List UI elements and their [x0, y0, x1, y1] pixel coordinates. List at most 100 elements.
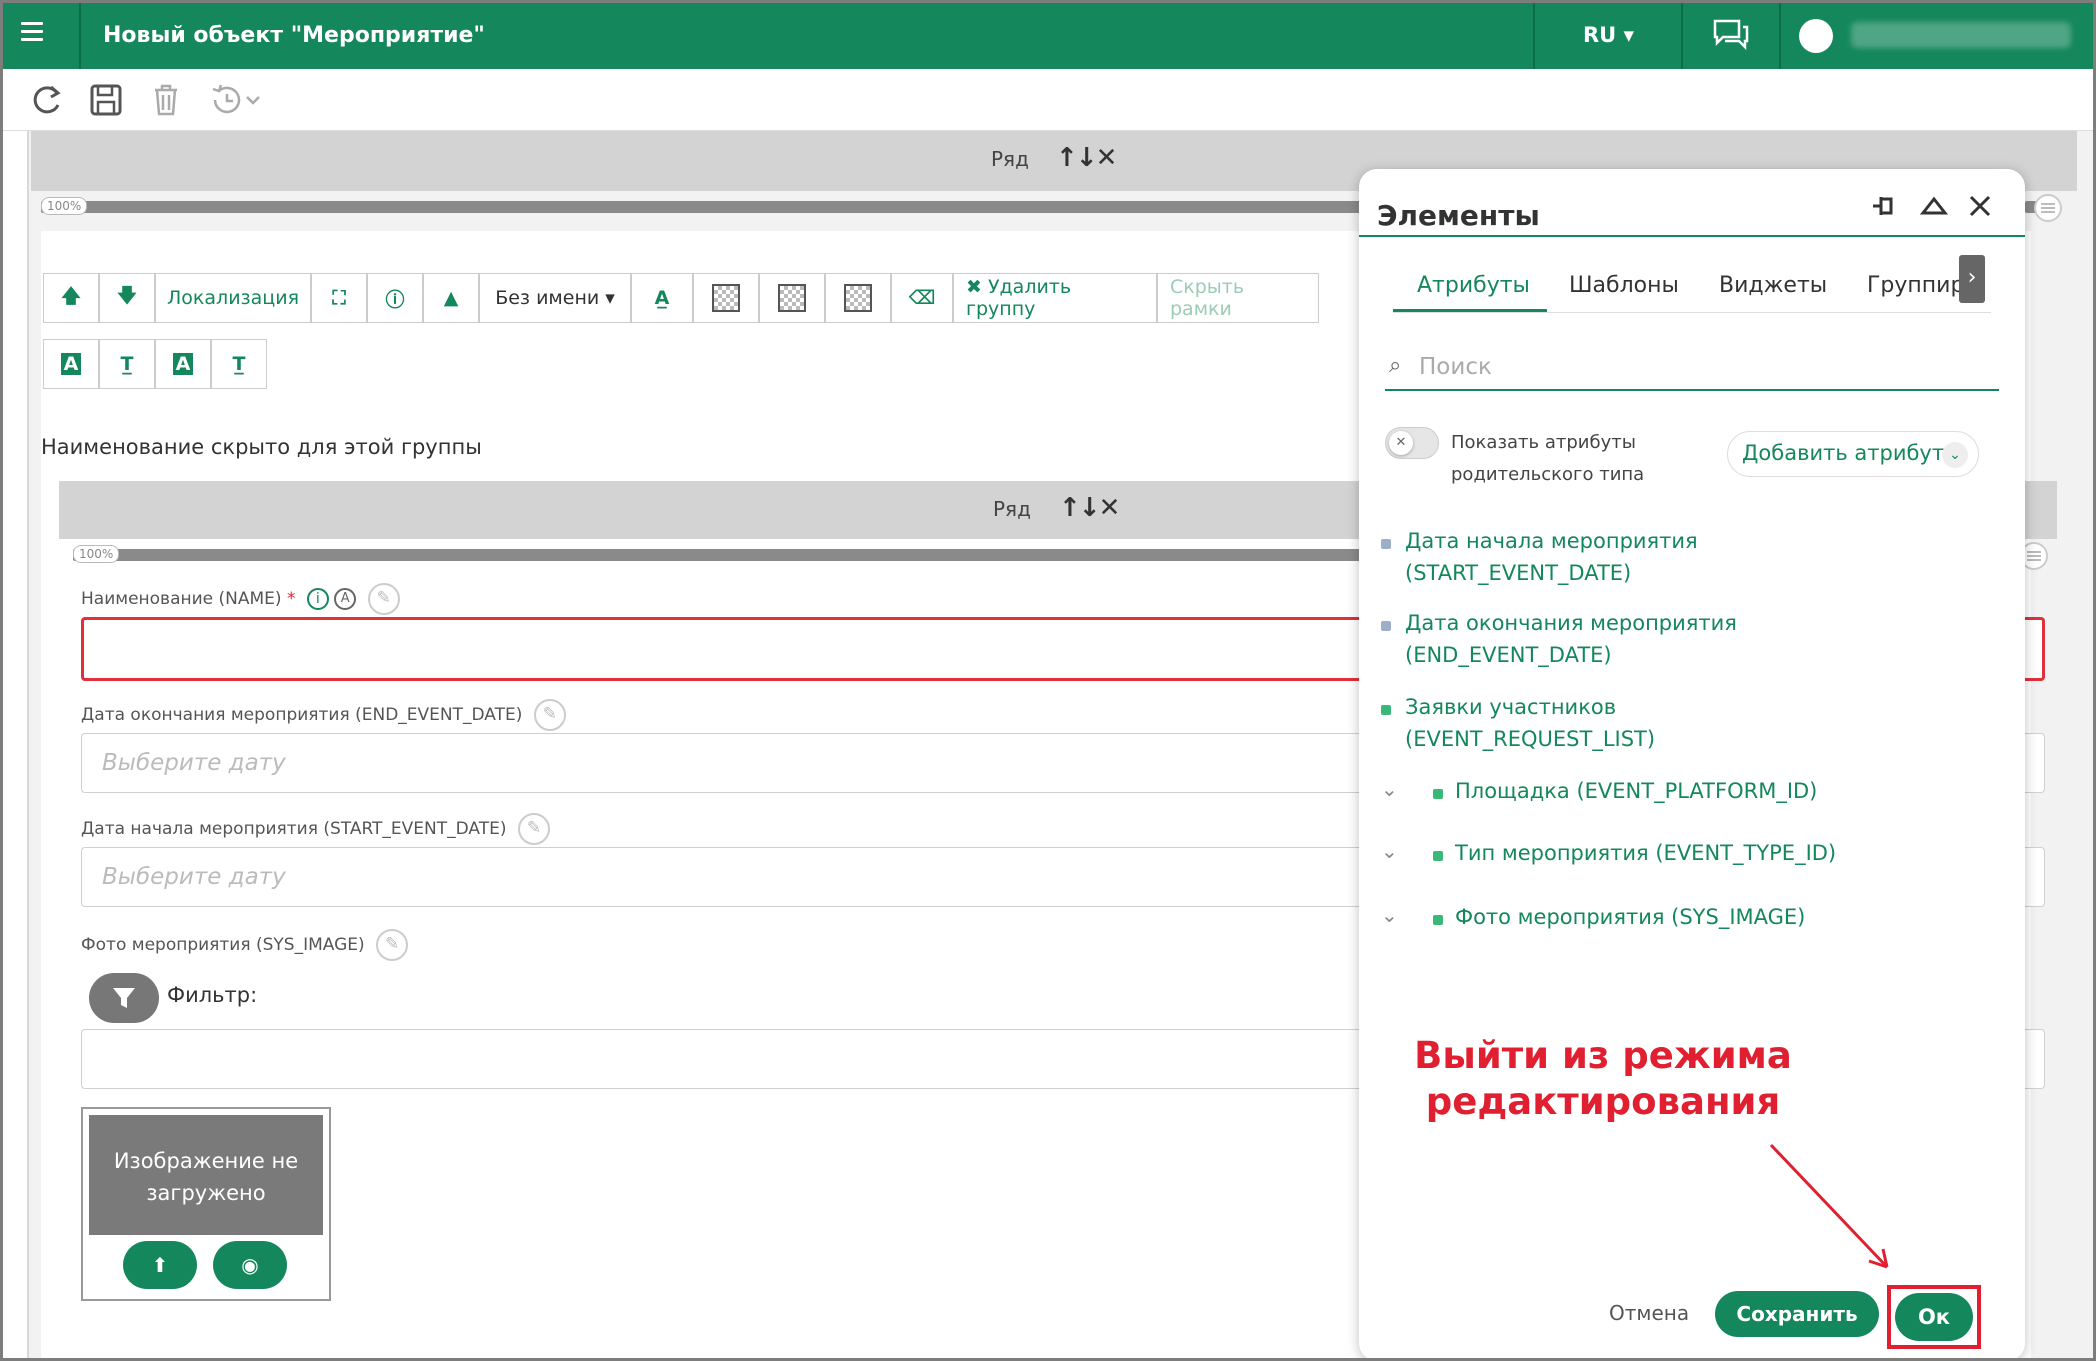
list-item[interactable]: Дата начала мероприятия (START_EVENT_DAT… — [1405, 525, 1698, 589]
tab-widgets[interactable]: Виджеты — [1719, 273, 1827, 298]
image-widget: Изображение не загружено ⬆ ◉ — [81, 1107, 331, 1301]
ok-button[interactable]: Ок — [1895, 1293, 1973, 1341]
photo-label: Фото мероприятия (SYS_IMAGE) — [81, 929, 409, 961]
chevron-down-icon[interactable]: ⌄ — [1381, 777, 1398, 801]
add-attribute-label: Добавить атрибут — [1742, 441, 1945, 465]
text-style-icon[interactable]: A̲ — [631, 273, 693, 323]
chevron-right-icon[interactable]: › — [1959, 255, 1985, 303]
localization-button[interactable]: Локализация — [155, 273, 311, 323]
delete-icon[interactable] — [147, 81, 185, 119]
edit-icon[interactable] — [376, 929, 409, 961]
end-date-label-text: Дата окончания мероприятия (END_EVENT_DA… — [81, 705, 523, 725]
hide-frames-button[interactable]: Скрыть рамки — [1157, 273, 1319, 323]
divider — [79, 3, 81, 69]
elements-panel: Элементы Атрибуты Шаблоны Виджеты Группи… — [1359, 169, 2025, 1358]
pattern-icon-2[interactable] — [759, 273, 825, 323]
tab-attributes[interactable]: Атрибуты — [1417, 273, 1530, 298]
group-toolbar: 🡅 🡇 Локализация ⛶ ⓘ ▲ Без имени ▾ A̲ ⌫ ✖… — [43, 273, 1319, 323]
group-text-toolbar: A T̲ A T̲ — [43, 339, 267, 389]
attr-code: (EVENT_REQUEST_LIST) — [1405, 727, 1656, 751]
panel-title: Элементы — [1377, 199, 1540, 232]
divider — [1779, 3, 1781, 69]
text-format-icon[interactable]: T̲ — [99, 339, 155, 389]
attr-name: Дата окончания мероприятия — [1405, 611, 1737, 635]
photo-label-text: Фото мероприятия (SYS_IMAGE) — [81, 935, 365, 955]
close-icon[interactable] — [1965, 191, 1995, 221]
pin-icon[interactable] — [1871, 191, 1901, 221]
cancel-button[interactable]: Отмена — [1609, 1301, 1689, 1325]
text-background-icon[interactable]: A — [43, 339, 99, 389]
edit-icon[interactable] — [517, 813, 550, 845]
attr-marker — [1433, 851, 1443, 861]
pattern-icon-3[interactable] — [825, 273, 891, 323]
toggle-knob: ✕ — [1389, 431, 1413, 455]
text-format-icon-2[interactable]: T̲ — [211, 339, 267, 389]
pattern-icon-1[interactable] — [693, 273, 759, 323]
inner-row-percent: 100% — [73, 545, 120, 563]
list-item[interactable]: Фото мероприятия (SYS_IMAGE) — [1455, 901, 1805, 933]
avatar[interactable] — [1799, 19, 1833, 53]
tab-templates[interactable]: Шаблоны — [1569, 273, 1679, 298]
list-item[interactable]: Тип мероприятия (EVENT_TYPE_ID) — [1455, 837, 1836, 869]
panel-title-underline — [1359, 235, 2025, 237]
show-parent-attrs-toggle[interactable]: ✕ — [1385, 427, 1439, 459]
group-hidden-name-text: Наименование скрыто для этой группы — [41, 435, 482, 459]
history-icon[interactable] — [207, 81, 267, 119]
lock-icon[interactable]: ▲ — [423, 273, 479, 323]
list-icon[interactable] — [2033, 193, 2063, 223]
page-title: Новый объект "Мероприятие" — [103, 23, 485, 48]
edit-icon[interactable] — [533, 699, 566, 731]
divider — [1681, 3, 1683, 69]
start-date-label: Дата начала мероприятия (START_EVENT_DAT… — [81, 813, 550, 845]
user-name-blurred[interactable] — [1851, 22, 2071, 48]
text-background-icon-2[interactable]: A — [155, 339, 211, 389]
list-item[interactable]: Заявки участников (EVENT_REQUEST_LIST) — [1405, 691, 1655, 755]
row-move-controls[interactable]: ↑↓✕ — [1056, 143, 1117, 173]
chevron-down-icon[interactable]: ⌄ — [1381, 839, 1398, 863]
save-icon[interactable] — [87, 81, 125, 119]
name-field-label: Наименование (NAME) * i A — [81, 583, 400, 615]
refresh-icon[interactable] — [27, 81, 65, 119]
auto-icon[interactable]: A — [334, 588, 357, 610]
filter-icon — [113, 988, 135, 1008]
annotation-arrow — [1769, 1143, 1889, 1269]
info-icon[interactable]: i — [306, 588, 329, 610]
no-name-dropdown[interactable]: Без имени ▾ — [479, 273, 631, 323]
list-item[interactable]: Дата окончания мероприятия (END_EVENT_DA… — [1405, 607, 1737, 671]
chat-icon[interactable] — [1711, 17, 1751, 55]
delete-group-button[interactable]: ✖ Удалить группу — [953, 273, 1157, 323]
attr-marker — [1381, 621, 1391, 631]
menu-icon[interactable] — [21, 17, 61, 53]
chevron-down-icon[interactable]: ⌄ — [1381, 903, 1398, 927]
attr-marker — [1381, 539, 1391, 549]
chevron-down-icon: ⌄ — [1942, 442, 1968, 468]
language-select[interactable]: RU ▾ — [1583, 23, 1634, 47]
filter-button[interactable] — [89, 973, 159, 1023]
inner-row-width-slider[interactable] — [73, 549, 1363, 561]
outer-row-width-slider[interactable] — [41, 201, 1363, 213]
add-attribute-button[interactable]: Добавить атрибут ⌄ — [1727, 431, 1979, 477]
move-down-button[interactable]: 🡇 — [99, 273, 155, 323]
eraser-icon[interactable]: ⌫ — [891, 273, 953, 323]
move-up-button[interactable]: 🡅 — [43, 273, 99, 323]
row-move-controls[interactable]: ↑↓✕ — [1059, 493, 1120, 523]
camera-icon[interactable]: ◉ — [213, 1241, 287, 1289]
annotation-text: Выйти из режима редактирования — [1383, 1033, 1823, 1125]
attr-name: Дата начала мероприятия — [1405, 529, 1698, 553]
info-icon[interactable]: ⓘ — [367, 273, 423, 323]
end-date-placeholder: Выберите дату — [102, 750, 286, 776]
upload-icon[interactable]: ⬆ — [123, 1241, 197, 1289]
search-input[interactable] — [1419, 349, 1979, 385]
top-bar: Новый объект "Мероприятие" RU ▾ — [3, 3, 2093, 69]
edit-icon[interactable] — [367, 583, 400, 615]
save-button[interactable]: Сохранить — [1715, 1291, 1879, 1337]
show-parent-attrs-label: Показать атрибуты родительского типа — [1451, 432, 1645, 485]
main-toolbar — [3, 69, 2093, 131]
active-tab-indicator — [1393, 309, 1547, 312]
attr-marker — [1433, 789, 1443, 799]
app-window: Новый объект "Мероприятие" RU ▾ Ряд ↑↓✕ … — [0, 0, 2096, 1361]
list-item[interactable]: Площадка (EVENT_PLATFORM_ID) — [1455, 775, 1817, 807]
collapse-icon[interactable] — [1919, 191, 1949, 221]
attr-marker — [1433, 915, 1443, 925]
binoculars-icon[interactable]: ⛶ — [311, 273, 367, 323]
